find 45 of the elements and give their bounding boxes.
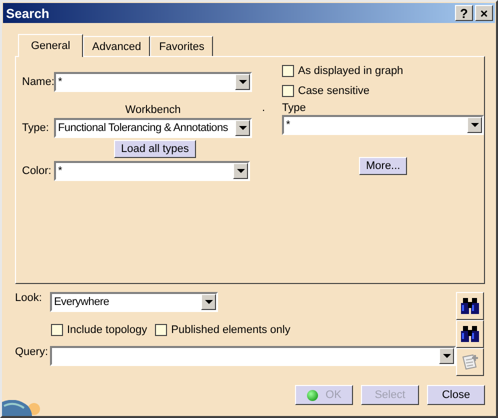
dropdown-button[interactable] <box>467 117 482 133</box>
dropdown-button[interactable] <box>235 120 250 136</box>
help-button[interactable]: ? <box>455 5 473 21</box>
column-heading: Type <box>282 102 306 114</box>
field-label: Look: <box>15 292 43 304</box>
option-label: Case sensitive <box>298 85 370 97</box>
type-field[interactable]: * <box>282 115 484 135</box>
look-field[interactable]: Everywhere <box>50 292 218 312</box>
field-label: Query: <box>15 346 50 358</box>
search-button[interactable] <box>456 320 484 348</box>
binoculars-icon <box>460 324 480 344</box>
checkbox[interactable] <box>282 65 294 77</box>
checkbox[interactable] <box>51 324 63 336</box>
checkbox[interactable] <box>282 85 294 97</box>
query-field[interactable] <box>50 346 456 366</box>
globe-drawing <box>2 400 40 416</box>
window-title: Search <box>6 6 50 20</box>
color-field[interactable]: * <box>54 161 250 181</box>
close-button[interactable]: × <box>475 5 493 21</box>
tab[interactable]: Favorites <box>150 36 214 56</box>
field-label: Color: <box>22 165 52 177</box>
load-all-types-button[interactable]: Load all types <box>114 140 196 158</box>
more-button[interactable]: More... <box>359 157 408 175</box>
workbench-field[interactable]: Functional Tolerancing & Annotations <box>54 118 252 138</box>
name-field[interactable]: * <box>54 72 252 92</box>
query-editor-button[interactable] <box>456 348 484 376</box>
dropdown-button[interactable] <box>233 163 248 179</box>
checkbox[interactable] <box>155 324 168 336</box>
search-button[interactable] <box>456 292 484 320</box>
dropdown-button[interactable] <box>439 348 454 364</box>
tab[interactable]: General <box>18 34 84 57</box>
dropdown-button[interactable] <box>201 294 216 310</box>
option-label: Published elements only <box>171 324 290 336</box>
field-label: Type: <box>22 122 50 134</box>
dialog-button[interactable]: Close <box>427 385 485 405</box>
status-light-icon <box>306 390 318 400</box>
dropdown-button[interactable] <box>235 74 250 90</box>
binoculars-icon <box>460 296 480 316</box>
field-label: Name: <box>22 76 54 88</box>
tab[interactable]: Advanced <box>83 36 150 56</box>
option-label: As displayed in graph <box>298 65 404 77</box>
option-label: Include topology <box>67 324 148 336</box>
notepad-icon <box>460 352 480 372</box>
separator-dot: . <box>262 102 266 114</box>
column-heading: Workbench <box>125 104 181 116</box>
